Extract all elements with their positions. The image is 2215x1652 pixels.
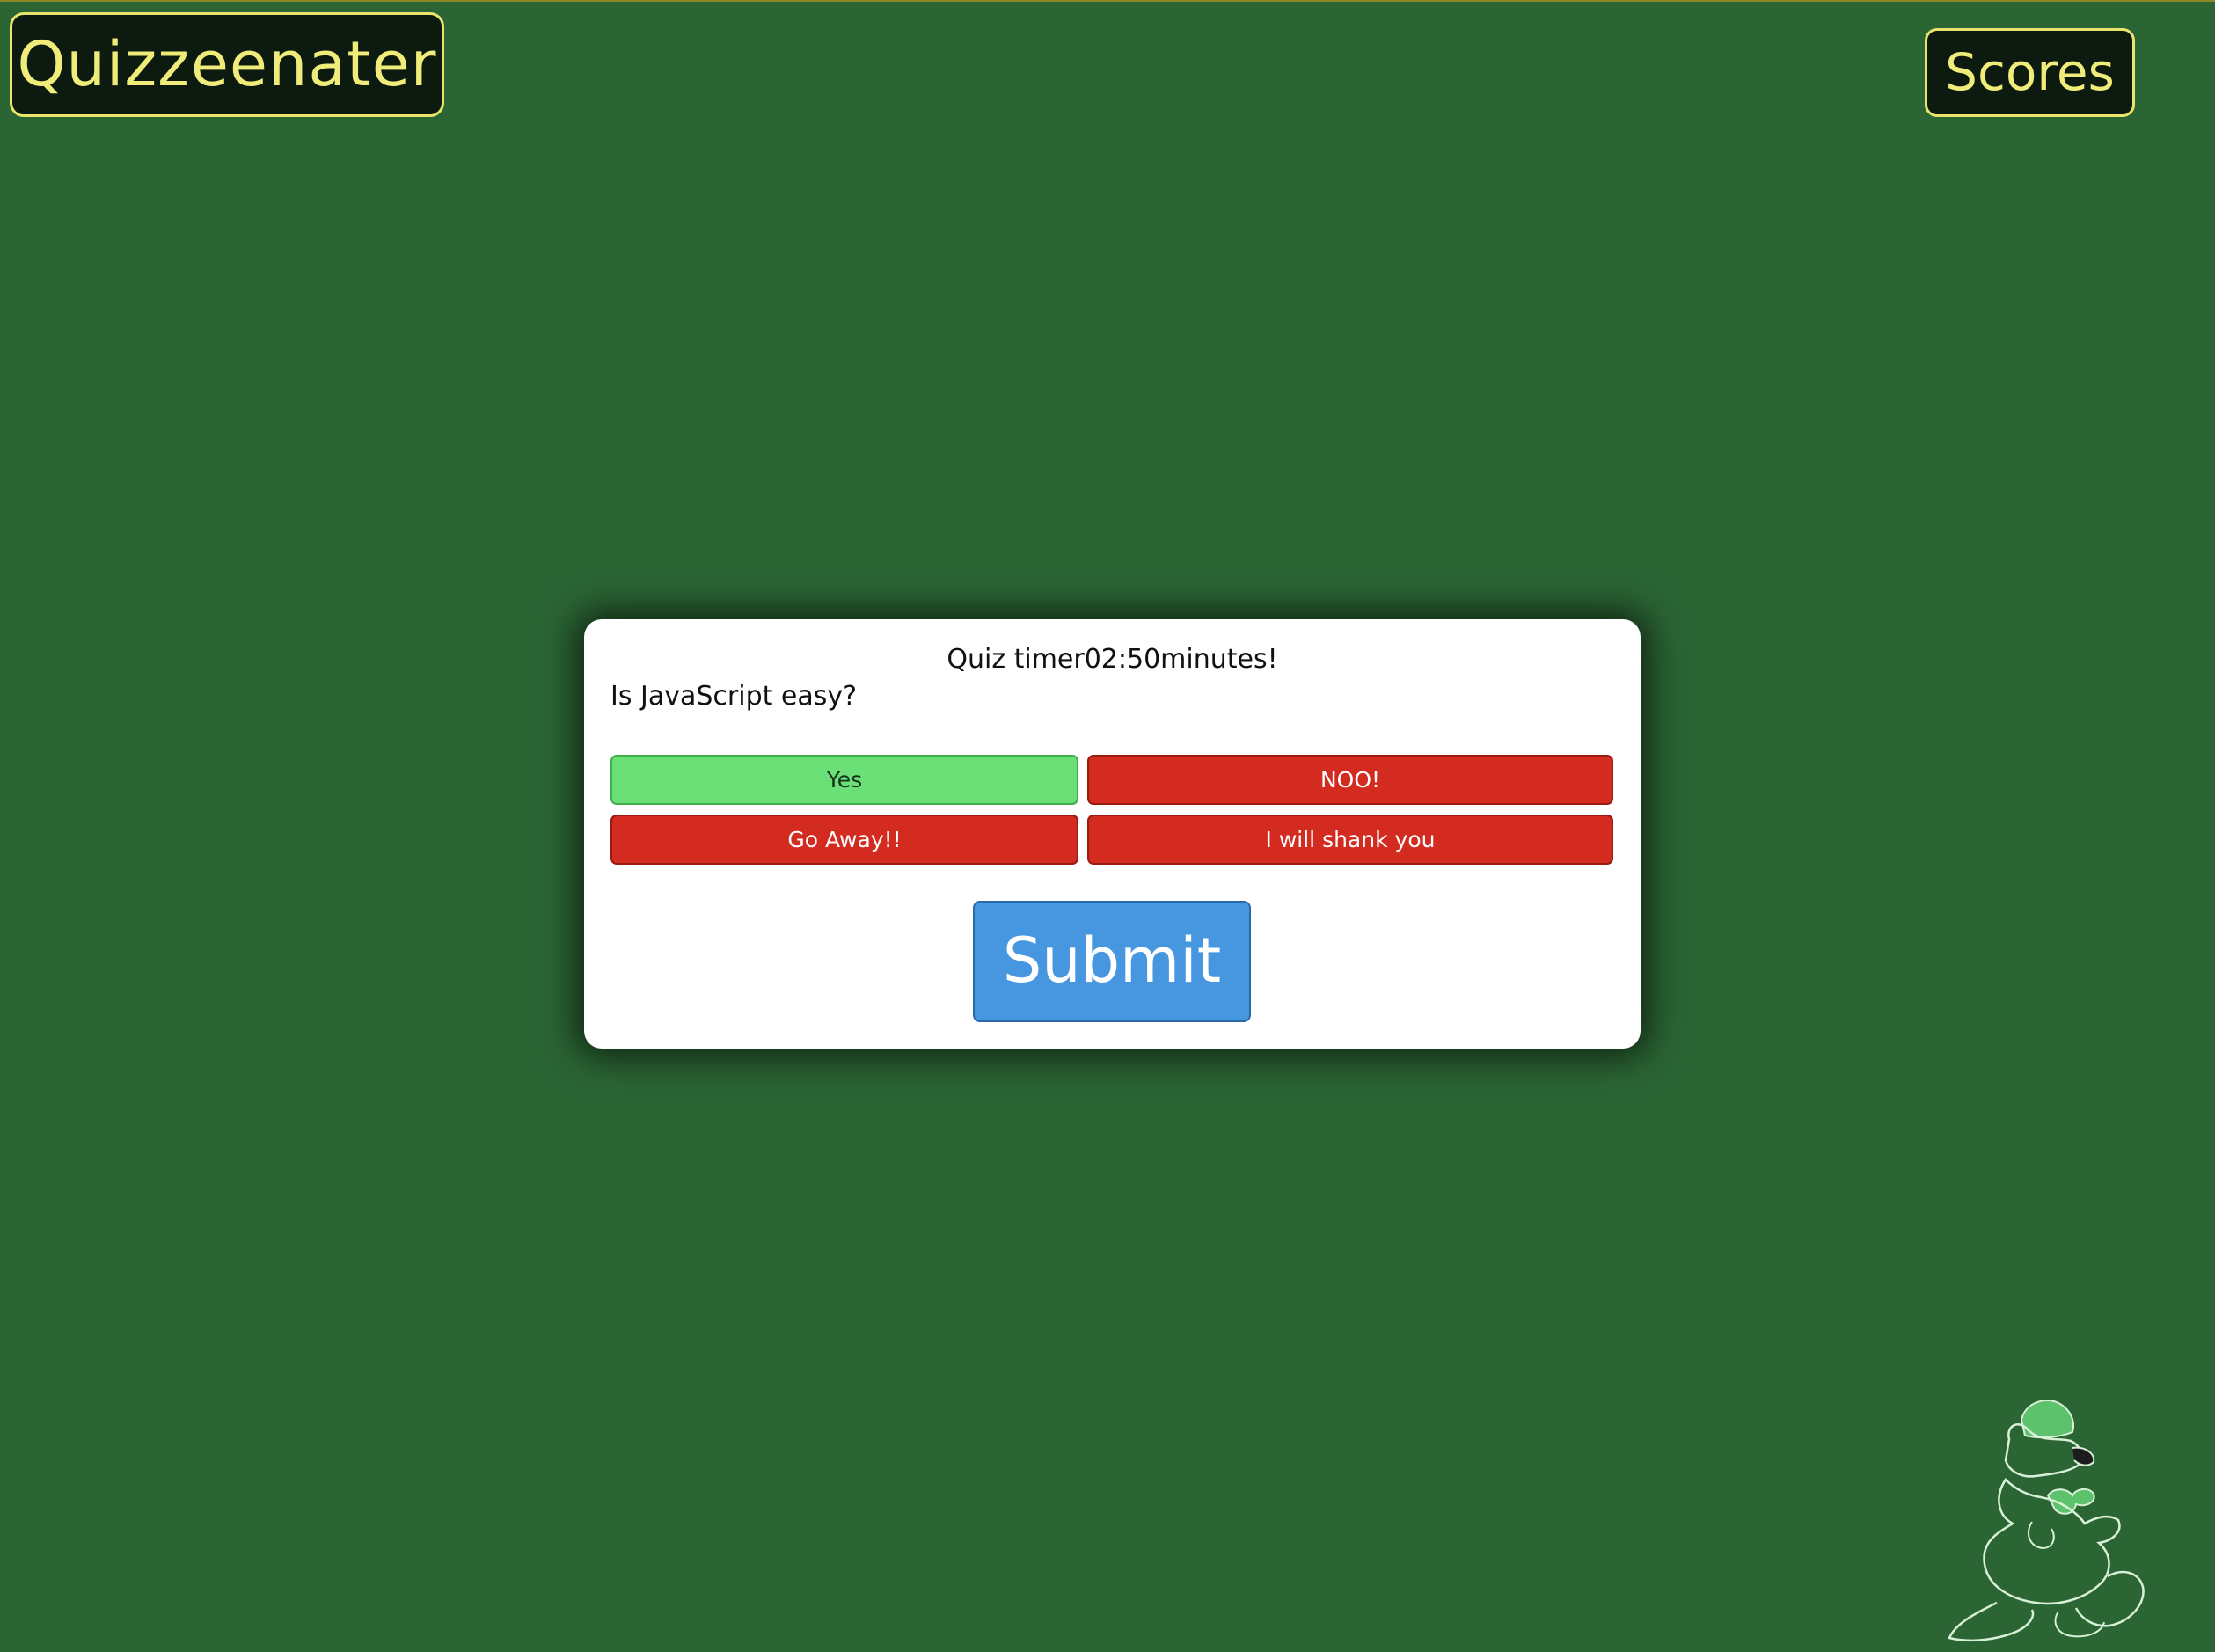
submit-button[interactable]: Submit [973,901,1251,1022]
question-text: Is JavaScript easy? [610,681,858,712]
answer-button-2[interactable]: NOO! [1087,755,1613,805]
answer-button-3[interactable]: Go Away!! [610,815,1078,865]
answer-button-4[interactable]: I will shank you [1087,815,1613,865]
scores-button[interactable]: Scores [1925,28,2135,117]
app-logo-title[interactable]: Quizzeenater [10,12,444,117]
duck-outline-icon [1948,1400,2145,1642]
quiz-card: Quiz timer02:50minutes! Is JavaScript ea… [584,619,1641,1049]
quiz-timer: Quiz timer02:50minutes! [947,644,1278,675]
answer-button-1[interactable]: Yes [610,755,1078,805]
